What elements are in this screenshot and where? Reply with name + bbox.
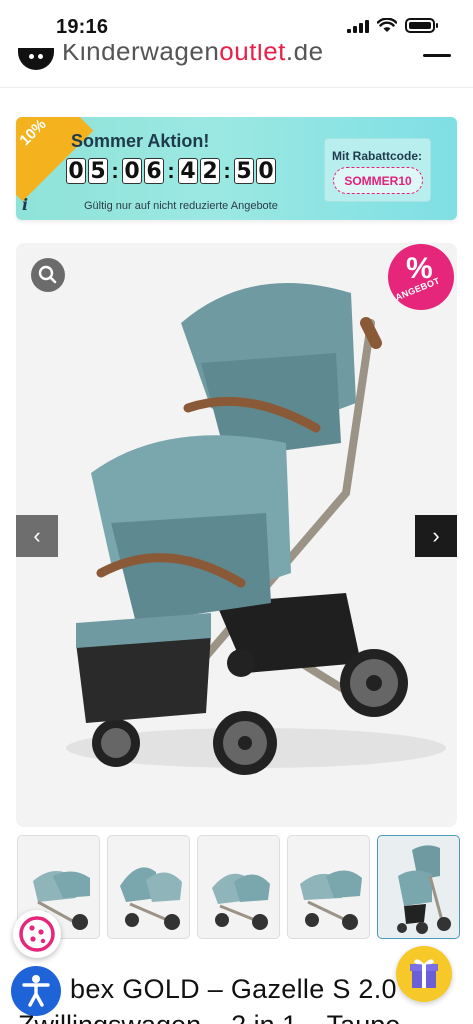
sale-badge: % ANGEBOT [388, 244, 454, 310]
stroller-thumbnail-image [212, 873, 270, 930]
stroller-thumbnail-image [120, 867, 182, 930]
logo-text-part-3: .de [285, 44, 324, 66]
thumbnail-3[interactable] [197, 835, 280, 939]
gallery-prev-button[interactable]: ‹ [16, 515, 58, 557]
product-image[interactable] [16, 243, 457, 827]
wifi-icon [377, 18, 397, 32]
thumbnail-5[interactable] [377, 835, 460, 939]
cookie-settings-button[interactable] [13, 910, 61, 958]
chevron-left-icon: ‹ [33, 523, 41, 548]
magnifier-icon [38, 265, 57, 284]
countdown-digit: 5 [234, 158, 254, 184]
chevron-right-icon: › [432, 523, 440, 548]
countdown-digit: 0 [66, 158, 86, 184]
stroller-thumbnail-image [300, 870, 362, 930]
thumbnail-strip [17, 835, 460, 939]
menu-button[interactable] [423, 54, 453, 64]
thumbnail-2[interactable] [107, 835, 190, 939]
countdown-separator: : [223, 158, 231, 183]
cellular-signal-icon [347, 19, 369, 33]
stroller-image [66, 283, 446, 775]
site-header: Kinderwagenoutlet.de [0, 44, 473, 88]
battery-icon [405, 18, 438, 33]
status-icons [347, 18, 438, 33]
zoom-button[interactable] [31, 258, 65, 292]
status-time: 19:16 [56, 16, 109, 38]
product-title: bex GOLD – Gazelle S 2.0 – [70, 974, 420, 1004]
gallery-next-button[interactable]: › [415, 515, 457, 557]
countdown-separator: : [167, 158, 175, 183]
countdown-timer: 0 5 : 0 6 : 4 2 : 5 0 [66, 158, 278, 184]
thumbnail-4[interactable] [287, 835, 370, 939]
countdown-digit: 0 [122, 158, 142, 184]
logo-icon[interactable] [18, 48, 54, 70]
info-icon[interactable]: i [22, 195, 28, 214]
logo-text[interactable]: Kinderwagenoutlet.de [62, 44, 324, 67]
logo-text-part-1: Kinderwagen [62, 44, 220, 66]
coupon-label: Mit Rabattcode: [332, 149, 422, 163]
countdown-digit: 6 [144, 158, 164, 184]
accessibility-icon [22, 975, 50, 1007]
hamburger-menu-icon [423, 54, 451, 57]
accessibility-button[interactable] [11, 966, 61, 1016]
coupon-code[interactable]: SOMMER10 [333, 167, 423, 194]
countdown-separator: : [111, 158, 119, 183]
gift-icon [410, 959, 438, 988]
promo-note: Gültig nur auf nicht reduzierte Angebote [84, 200, 278, 212]
status-bar: 19:16 [0, 0, 473, 44]
countdown-digit: 0 [256, 158, 276, 184]
cookie-icon [19, 916, 55, 952]
gift-button[interactable] [396, 946, 452, 1002]
countdown-digit: 5 [88, 158, 108, 184]
promo-title: Sommer Aktion! [71, 131, 210, 151]
stroller-thumbnail-image [397, 845, 451, 934]
product-title-line-2: Zwillingswagen – 2 in 1 – Taupe [18, 1010, 400, 1024]
logo-text-part-2: outlet [219, 44, 286, 66]
countdown-digit: 2 [200, 158, 220, 184]
countdown-digit: 4 [178, 158, 198, 184]
